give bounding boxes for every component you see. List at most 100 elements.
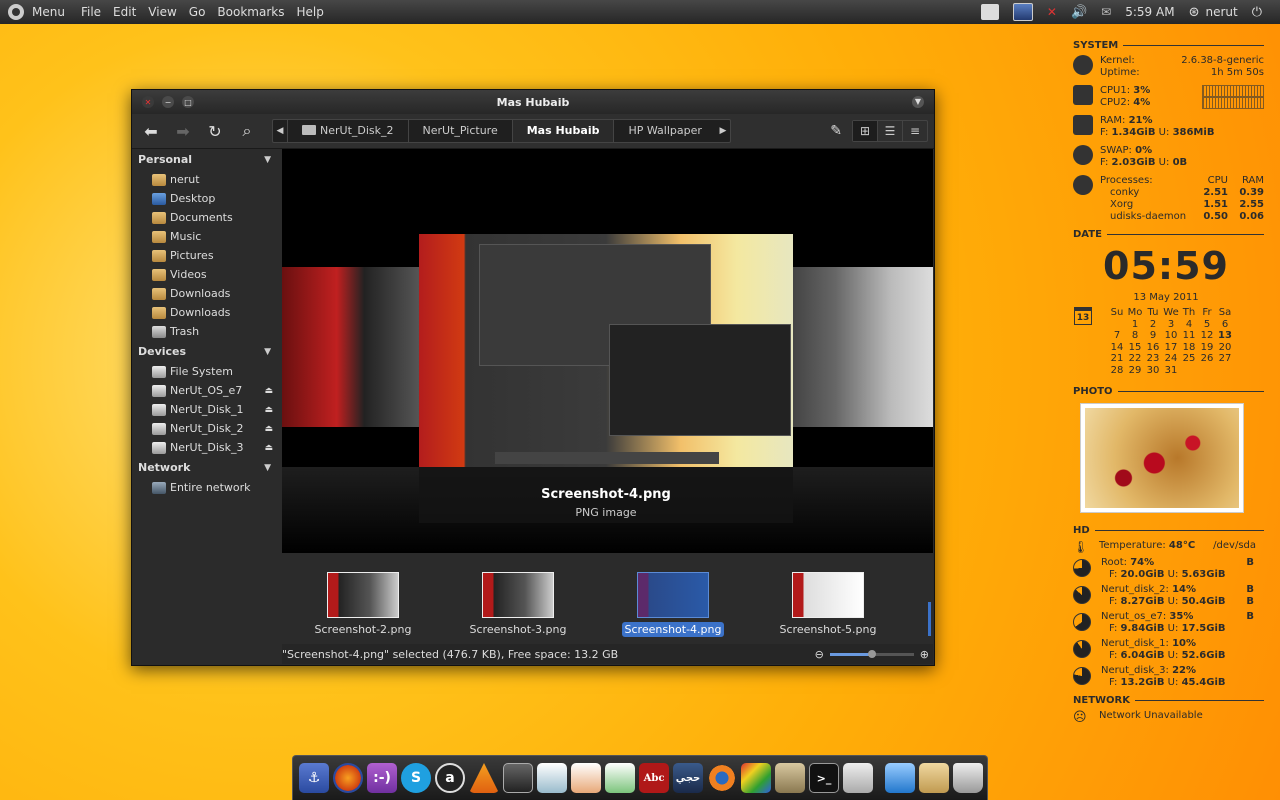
path-crumb-disk[interactable]: NerUt_Disk_2 — [287, 120, 408, 142]
sidebar-item-desktop[interactable]: Desktop — [132, 189, 281, 208]
sidebar-section-network[interactable]: Network ▼ — [132, 457, 281, 478]
impress-icon[interactable] — [571, 763, 601, 793]
menu-file[interactable]: File — [77, 5, 109, 19]
menu-bookmarks[interactable]: Bookmarks — [213, 5, 292, 19]
sidebar-item-downloads-2[interactable]: Downloads — [132, 303, 281, 322]
sidebar-item-home[interactable]: nerut — [132, 170, 281, 189]
coverflow-preview[interactable]: Screenshot-4.png PNG image — [282, 149, 933, 553]
thumbnail-item[interactable]: Screenshot-5.png — [773, 572, 883, 637]
zoom-slider[interactable] — [829, 649, 914, 658]
zoom-slider-knob[interactable] — [867, 649, 876, 658]
gimp-icon[interactable] — [775, 763, 805, 793]
calendar-day: 6 — [1221, 318, 1229, 330]
thumbnail-item[interactable]: Screenshot-2.png — [308, 572, 418, 637]
sidebar-item-trash[interactable]: Trash — [132, 322, 281, 341]
section-header: DATE — [1073, 229, 1102, 240]
collapse-icon[interactable]: ▼ — [264, 155, 271, 165]
amazon-icon[interactable]: a — [435, 763, 465, 793]
terminal-icon[interactable]: >_ — [809, 763, 839, 793]
compact-view-button[interactable]: ≡ — [902, 121, 927, 141]
forward-button[interactable]: ➡ — [170, 119, 196, 143]
eject-icon[interactable]: ⏏ — [264, 443, 273, 453]
back-button[interactable]: ⬅ — [138, 119, 164, 143]
paint-icon[interactable] — [741, 763, 771, 793]
menu-edit[interactable]: Edit — [109, 5, 144, 19]
user-menu[interactable]: ⊛ nerut — [1189, 5, 1238, 20]
sidebar-item-disk-1[interactable]: NerUt_Disk_1 ⏏ — [132, 400, 281, 419]
icon-view-button[interactable]: ⊞ — [853, 121, 877, 141]
zoom-in-icon[interactable]: ⊕ — [920, 648, 929, 661]
sidebar-item-label: NerUt_Disk_1 — [170, 403, 244, 416]
path-crumb-picture[interactable]: NerUt_Picture — [407, 120, 512, 142]
sidebar-section-personal[interactable]: Personal ▼ — [132, 149, 281, 170]
sidebar-item-os-e7[interactable]: NerUt_OS_e7 ⏏ — [132, 381, 281, 400]
coverflow-right-image[interactable] — [793, 267, 933, 427]
arabic-app-icon[interactable]: حجي — [673, 763, 703, 793]
maximize-button[interactable]: □ — [182, 96, 194, 108]
sidebar-item-downloads[interactable]: Downloads — [132, 284, 281, 303]
menu-go[interactable]: Go — [185, 5, 214, 19]
label: CPU1: — [1100, 85, 1131, 96]
monitor-icon[interactable] — [503, 763, 533, 793]
vlc-icon[interactable] — [469, 763, 499, 793]
monitor-tray-icon[interactable] — [1012, 3, 1033, 21]
writer-icon[interactable] — [537, 763, 567, 793]
sidebar-item-videos[interactable]: Videos — [132, 265, 281, 284]
blender-icon[interactable] — [707, 763, 737, 793]
collapse-icon[interactable]: ▼ — [264, 347, 271, 357]
sidebar-item-filesystem[interactable]: File System — [132, 362, 281, 381]
thumbnail-item-selected[interactable]: Screenshot-4.png — [618, 572, 728, 637]
trash-icon — [152, 325, 166, 338]
firefox-icon[interactable] — [333, 763, 363, 793]
panel-clock[interactable]: 5:59 AM — [1125, 5, 1174, 19]
thumbnail-item[interactable]: Screenshot-3.png — [463, 572, 573, 637]
anchor-icon[interactable]: ⚓ — [299, 763, 329, 793]
eject-icon[interactable]: ⏏ — [264, 424, 273, 434]
sidebar-item-pictures[interactable]: Pictures — [132, 246, 281, 265]
window-menu-icon[interactable]: ▼ — [912, 96, 924, 108]
coverflow-left-image[interactable] — [282, 267, 419, 427]
menu-view[interactable]: View — [144, 5, 184, 19]
eject-icon[interactable]: ⏏ — [264, 405, 273, 415]
sidebar-item-disk-3[interactable]: NerUt_Disk_3 ⏏ — [132, 438, 281, 457]
collapse-icon[interactable]: ▼ — [264, 463, 271, 473]
calc-icon[interactable] — [605, 763, 635, 793]
edit-location-icon[interactable]: ✎ — [830, 123, 842, 139]
file-cabinet-icon[interactable] — [843, 763, 873, 793]
dictionary-icon[interactable]: Abc — [639, 763, 669, 793]
path-right-icon[interactable]: ▶ — [716, 126, 730, 136]
list-view-button[interactable]: ☰ — [877, 121, 902, 141]
mail-icon[interactable]: ✉ — [1101, 5, 1111, 19]
search-button[interactable]: ⌕ — [234, 119, 260, 143]
path-left-icon[interactable]: ◀ — [273, 126, 287, 136]
volume-icon[interactable]: 🔊 — [1071, 5, 1087, 20]
power-icon[interactable]: ⏻ — [1252, 5, 1262, 20]
ubuntu-logo-icon[interactable] — [8, 4, 24, 20]
sidebar-item-disk-2[interactable]: NerUt_Disk_2 ⏏ — [132, 419, 281, 438]
close-button[interactable]: ✕ — [142, 96, 154, 108]
thumbnail-scrollbar[interactable] — [928, 602, 931, 636]
zoom-out-icon[interactable]: ⊖ — [815, 648, 824, 661]
minimize-button[interactable]: − — [162, 96, 174, 108]
menu-button[interactable]: Menu — [32, 5, 73, 19]
trash-icon[interactable] — [953, 763, 983, 793]
sidebar-item-documents[interactable]: Documents — [132, 208, 281, 227]
sidebar-item-entire-network[interactable]: Entire network — [132, 478, 281, 497]
path-crumb-wallpaper[interactable]: HP Wallpaper — [613, 120, 715, 142]
menu-help[interactable]: Help — [292, 5, 331, 19]
pidgin-icon[interactable]: :-) — [367, 763, 397, 793]
sidebar-item-music[interactable]: Music — [132, 227, 281, 246]
reload-button[interactable]: ↻ — [202, 119, 228, 143]
network-disconnected-icon[interactable]: ✕ — [1047, 5, 1057, 19]
desktop-icon[interactable] — [885, 763, 915, 793]
sidebar-section-devices[interactable]: Devices ▼ — [132, 341, 281, 362]
home-folder-icon[interactable] — [919, 763, 949, 793]
disk-row: Root: 74% F: 20.0GiB U: 5.63GiB B — [1073, 557, 1264, 581]
path-crumb-current[interactable]: Mas Hubaib — [511, 120, 614, 142]
process-row: udisks-daemon 0.50 0.06 — [1100, 211, 1264, 223]
eject-icon[interactable]: ⏏ — [264, 386, 273, 396]
skype-icon[interactable]: S — [401, 763, 431, 793]
window-titlebar[interactable]: ✕ − □ Mas Hubaib ▼ — [132, 90, 934, 114]
coverflow-center-image[interactable] — [419, 234, 793, 467]
window-switch-icon[interactable] — [980, 4, 999, 20]
